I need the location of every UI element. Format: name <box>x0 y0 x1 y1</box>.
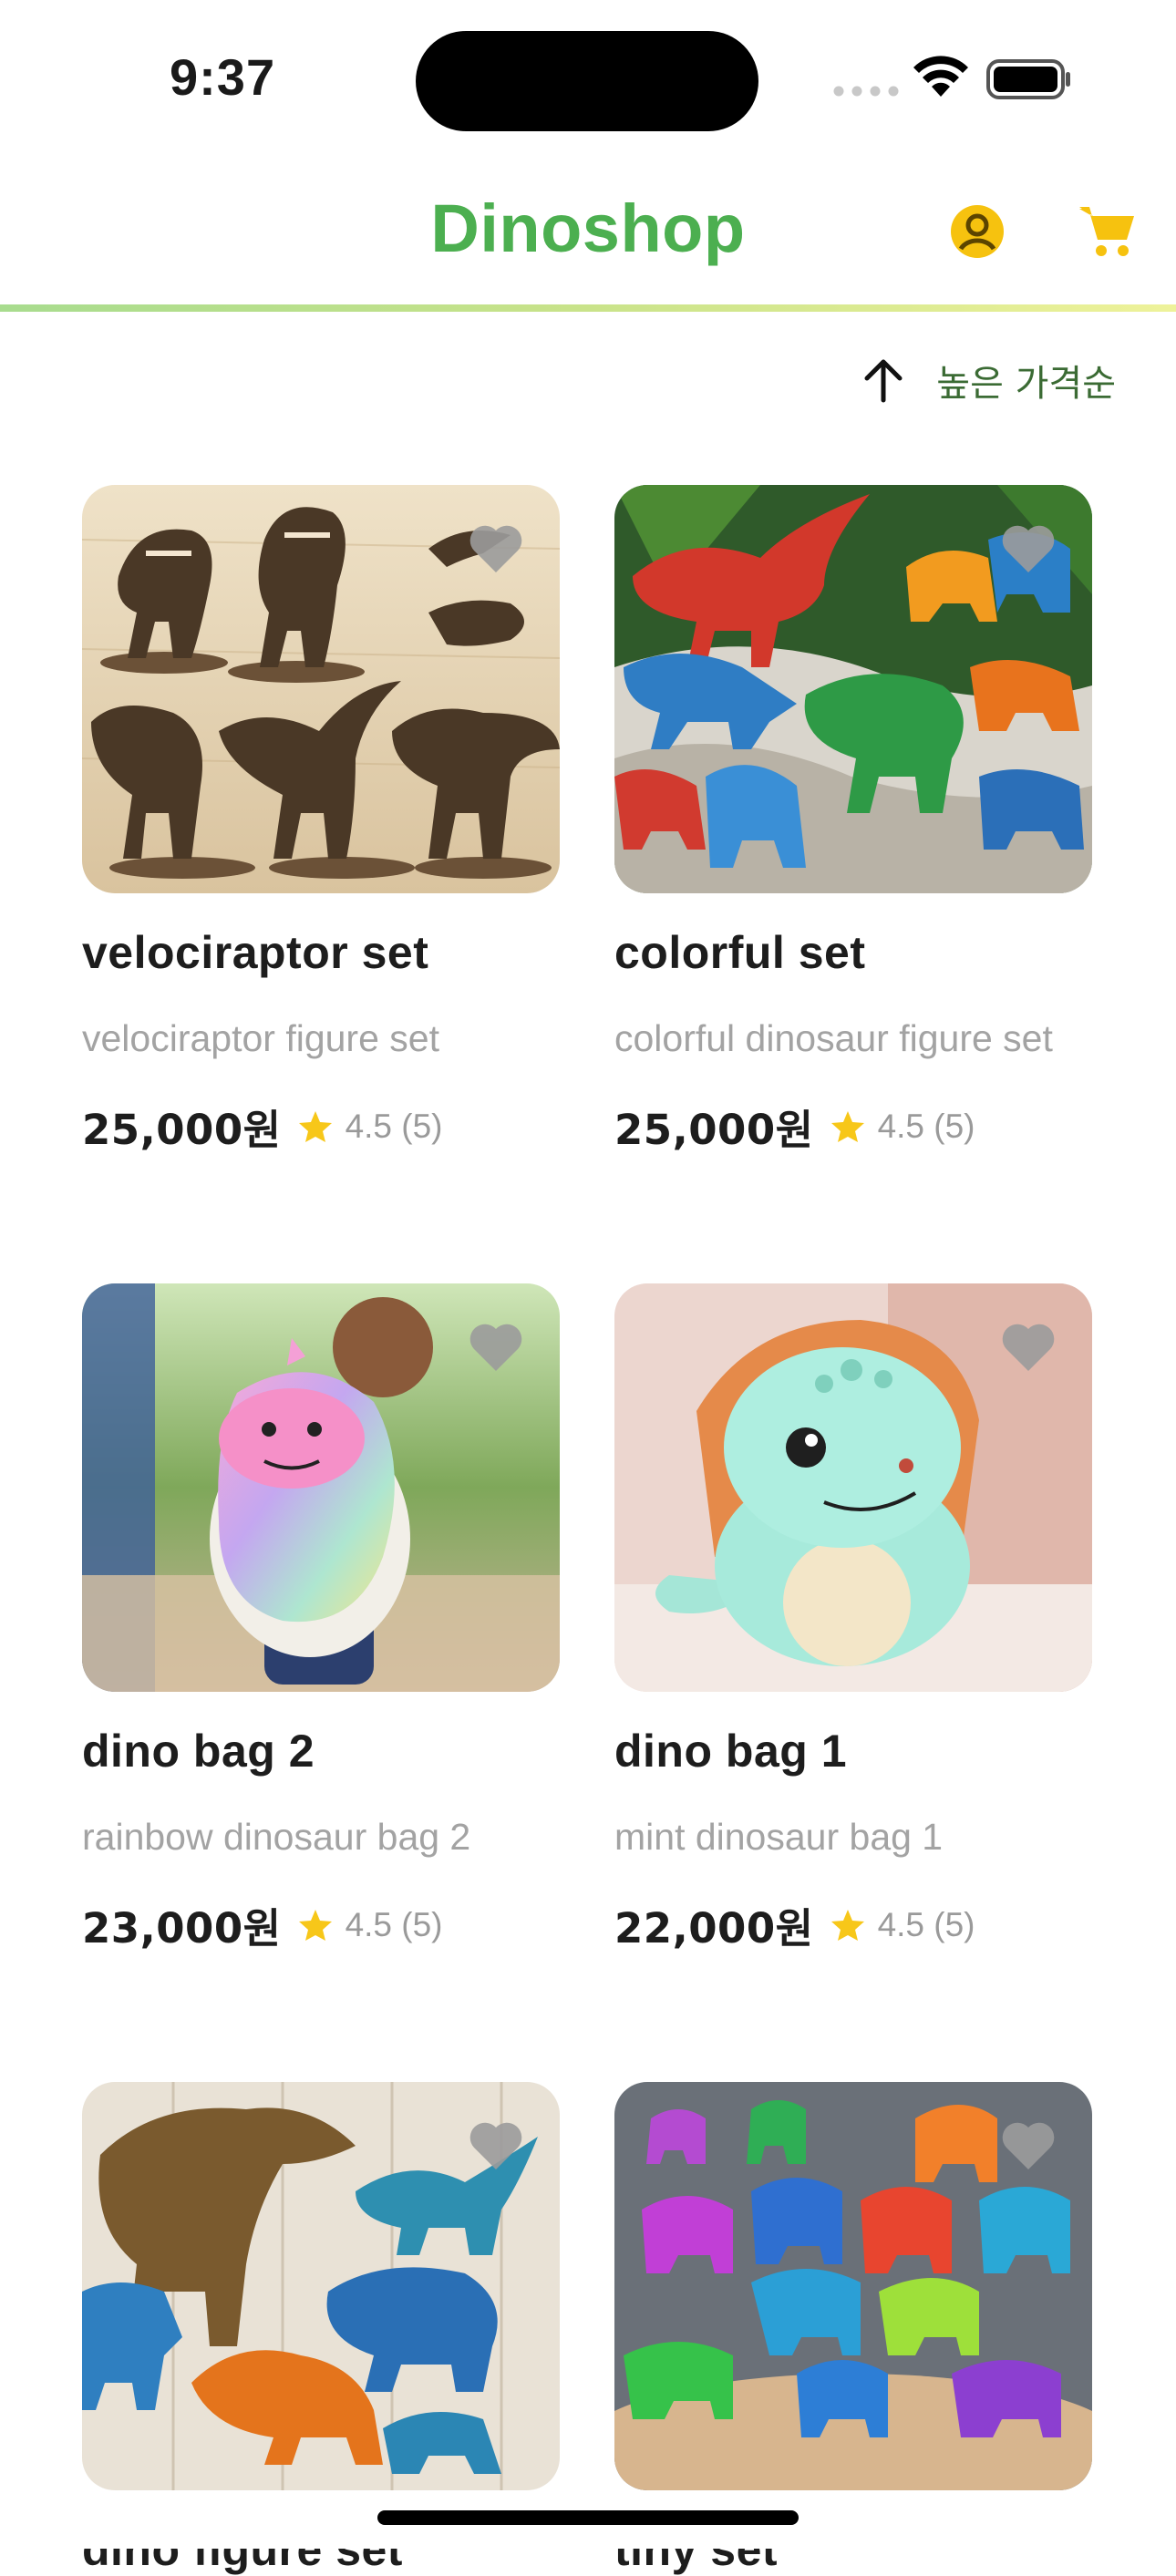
product-grid: velociraptor set velociraptor figure set… <box>0 0 1176 2575</box>
star-icon <box>298 1110 332 1142</box>
product-card[interactable]: tiny set <box>614 2082 1092 2576</box>
heart-icon[interactable] <box>999 521 1057 576</box>
heart-icon[interactable] <box>999 1320 1057 1375</box>
product-image[interactable] <box>82 485 560 893</box>
product-card[interactable]: dino bag 1 mint dinosaur bag 1 22,000원 4… <box>614 1283 1092 1954</box>
heart-icon[interactable] <box>467 1320 525 1375</box>
product-rating: 4.5 (5) <box>877 1107 975 1145</box>
product-image[interactable] <box>82 1283 560 1692</box>
product-description: rainbow dinosaur bag 2 <box>82 1816 471 1858</box>
product-image[interactable] <box>614 485 1092 893</box>
price-row: 23,000원 4.5 (5) <box>82 1895 560 1954</box>
price-row: 22,000원 4.5 (5) <box>614 1895 1092 1954</box>
product-name: velociraptor set <box>82 927 429 978</box>
product-card[interactable]: dino bag 2 rainbow dinosaur bag 2 23,000… <box>82 1283 560 1954</box>
heart-icon[interactable] <box>467 521 525 576</box>
product-price: 23,000원 <box>82 1904 282 1953</box>
product-price: 25,000원 <box>614 1106 814 1154</box>
product-name: dino bag 2 <box>82 1726 315 1777</box>
product-price: 22,000원 <box>614 1904 814 1953</box>
star-icon <box>830 1110 864 1142</box>
product-card[interactable]: dino figure set <box>82 2082 560 2576</box>
price-row: 25,000원 4.5 (5) <box>82 1097 560 1156</box>
heart-icon[interactable] <box>999 2118 1057 2173</box>
product-image[interactable] <box>614 2082 1092 2490</box>
star-icon <box>830 1909 864 1941</box>
product-card[interactable]: colorful set colorful dinosaur figure se… <box>614 485 1092 1156</box>
product-rating: 4.5 (5) <box>877 1905 975 1943</box>
star-icon <box>298 1909 332 1941</box>
product-rating: 4.5 (5) <box>345 1905 443 1943</box>
product-price: 25,000원 <box>82 1106 282 1154</box>
product-image[interactable] <box>82 2082 560 2490</box>
product-description: velociraptor figure set <box>82 1017 439 1059</box>
product-name: dino bag 1 <box>614 1726 847 1777</box>
home-indicator[interactable] <box>377 2510 799 2525</box>
product-name: colorful set <box>614 927 866 978</box>
product-image[interactable] <box>614 1283 1092 1692</box>
heart-icon[interactable] <box>467 2118 525 2173</box>
product-rating: 4.5 (5) <box>345 1107 443 1145</box>
price-row: 25,000원 4.5 (5) <box>614 1097 1092 1156</box>
product-card[interactable]: velociraptor set velociraptor figure set… <box>82 485 560 1156</box>
product-description: colorful dinosaur figure set <box>614 1017 1053 1059</box>
product-description: mint dinosaur bag 1 <box>614 1816 944 1858</box>
